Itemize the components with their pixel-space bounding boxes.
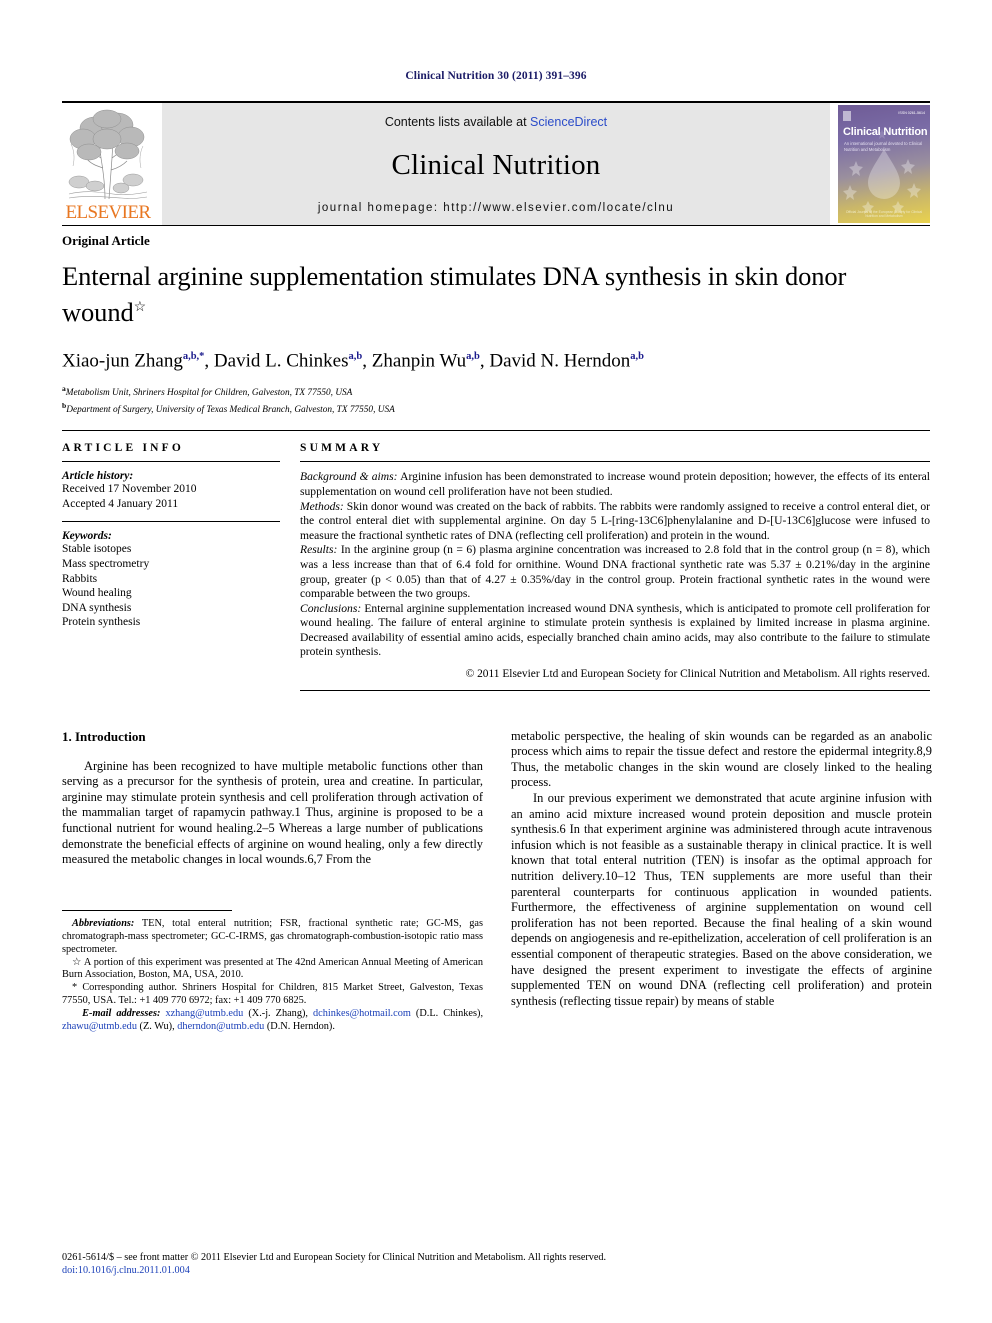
- email-link[interactable]: xzhang@utmb.edu: [165, 1008, 243, 1019]
- author-name: David L. Chinkes: [213, 350, 349, 372]
- keyword-item[interactable]: Protein synthesis: [62, 615, 280, 630]
- contents-lists-line: Contents lists available at ScienceDirec…: [385, 115, 607, 129]
- keyword-item[interactable]: DNA synthesis: [62, 601, 280, 616]
- footnote-corresponding-author: * Corresponding author. Shriners Hospita…: [62, 982, 483, 1008]
- contents-lists-prefix: Contents lists available at: [384, 115, 531, 129]
- footnote-rule: [62, 909, 232, 918]
- author-name: David N. Herndon: [489, 350, 631, 372]
- journal-title: Clinical Nutrition: [391, 149, 601, 181]
- author-affil-mark[interactable]: a,b: [630, 351, 644, 362]
- intro-paragraph-right-1: metabolic perspective, the healing of sk…: [511, 728, 932, 790]
- cover-artwork: [843, 111, 921, 214]
- journal-cover-thumbnail[interactable]: ISSN 0261-5614 Clinical Nutrition An int…: [838, 105, 930, 223]
- summary-section: Conclusions: Enternal arginine supplemen…: [300, 602, 930, 660]
- keyword-item[interactable]: Rabbits: [62, 572, 280, 587]
- summary-section-label: Conclusions:: [300, 601, 362, 615]
- email-link[interactable]: dchinkes@hotmail.com: [313, 1008, 411, 1019]
- email-owner: (Z. Wu): [139, 1021, 173, 1033]
- journal-info-box: Contents lists available at ScienceDirec…: [162, 103, 830, 225]
- summary-section: Background & aims: Arginine infusion has…: [300, 470, 930, 499]
- summary-column: SUMMARY Background & aims: Arginine infu…: [300, 442, 930, 691]
- running-head: Clinical Nutrition 30 (2011) 391–396: [405, 70, 587, 82]
- page-footer: 0261-5614/$ – see front matter © 2011 El…: [62, 1251, 930, 1277]
- section-title-introduction: 1. Introduction: [62, 728, 146, 744]
- summary-copyright: © 2011 Elsevier Ltd and European Society…: [465, 668, 930, 681]
- author-affil-mark[interactable]: a,b,*: [183, 351, 205, 362]
- cover-title: Clinical Nutrition: [843, 126, 928, 138]
- email-owner: (D.N. Herndon): [266, 1021, 333, 1033]
- author-name: Zhanpin Wu: [371, 350, 467, 372]
- footnote-presentation-text: A portion of this experiment was present…: [62, 956, 484, 981]
- summary-section-text: Enternal arginine supplementation increa…: [300, 601, 930, 659]
- author-affil-mark[interactable]: a,b: [349, 351, 363, 362]
- journal-masthead: ELSEVIER Contents lists available at Sci…: [62, 101, 930, 225]
- footnote-presentation: ☆ A portion of this experiment was prese…: [62, 957, 483, 983]
- summary-section-label: Results:: [300, 543, 338, 557]
- keyword-item[interactable]: Wound healing: [62, 586, 280, 601]
- summary-section-label: Background & aims:: [300, 470, 398, 484]
- intro-paragraph-right-2: In our previous experiment we demonstrat…: [511, 791, 932, 1008]
- affiliation-text: Department of Surgery, University of Tex…: [66, 404, 395, 415]
- summary-section: Methods: Skin donor wound was created on…: [300, 500, 930, 544]
- info-summary-block: ARTICLE INFO Article history: Received 1…: [62, 430, 930, 691]
- sciencedirect-link[interactable]: ScienceDirect: [530, 115, 607, 129]
- article-type-label: Original Article: [62, 233, 150, 248]
- article-page: Clinical Nutrition 30 (2011) 391–396 ELS…: [0, 0, 992, 1323]
- affiliation-text: Metabolism Unit, Shriners Hospital for C…: [65, 388, 353, 399]
- summary-bottom-rule: [300, 689, 930, 691]
- body-column-right: metabolic perspective, the healing of sk…: [511, 729, 932, 1034]
- title-footnote-star-icon[interactable]: ☆: [134, 300, 147, 315]
- summary-section-text: In the arginine group (n = 6) plasma arg…: [300, 543, 930, 601]
- footnote-emails: E-mail addresses: xzhang@utmb.edu (X.-j.…: [62, 1008, 484, 1033]
- doi-link[interactable]: doi:10.1016/j.clnu.2011.01.004: [62, 1264, 930, 1277]
- body-columns: 1. Introduction Arginine has been recogn…: [62, 729, 932, 1034]
- keywords-label: Keywords:: [62, 530, 112, 543]
- journal-homepage-link[interactable]: journal homepage: http://www.elsevier.co…: [318, 202, 674, 214]
- article-history-received: Received 17 November 2010: [62, 483, 197, 496]
- author-list: Xiao-jun Zhanga,b,*, David L. Chinkesa,b…: [62, 350, 644, 372]
- summary-section-text: Skin donor wound was created on the back…: [300, 499, 930, 542]
- article-history-label: Article history:: [62, 470, 134, 483]
- elsevier-logo: ELSEVIER: [62, 103, 154, 225]
- author-name: Xiao-jun Zhang: [62, 350, 183, 372]
- article-info-heading: ARTICLE INFO: [62, 442, 185, 455]
- keyword-item[interactable]: Stable isotopes: [62, 542, 280, 557]
- cover-issn: ISSN 0261-5614: [898, 111, 925, 115]
- title-block: Original Article Enternal arginine suppl…: [62, 225, 930, 416]
- elsevier-wordmark: ELSEVIER: [65, 202, 152, 223]
- email-owner: (X.-j. Zhang): [248, 1008, 306, 1020]
- article-info-column: ARTICLE INFO Article history: Received 1…: [62, 442, 300, 690]
- elsevier-tree-icon: [65, 106, 151, 202]
- cover-footer-text: Official Journal of the European Society…: [845, 210, 923, 218]
- footnote-abbreviations: Abbreviations: TEN, total enteral nutrit…: [62, 918, 483, 957]
- email-link[interactable]: dherndon@utmb.edu: [177, 1021, 264, 1032]
- summary-heading: SUMMARY: [300, 442, 384, 455]
- affiliation-line: bDepartment of Surgery, University of Te…: [62, 400, 930, 417]
- email-owner: (D.L. Chinkes): [415, 1008, 481, 1020]
- summary-section-label: Methods:: [300, 499, 344, 513]
- article-history-accepted: Accepted 4 January 2011: [62, 497, 179, 510]
- article-title: Enternal arginine supplementation stimul…: [62, 260, 930, 328]
- corresponding-author-text: Corresponding author. Shriners Hospital …: [62, 982, 483, 1007]
- abbreviations-label: Abbreviations:: [72, 917, 135, 929]
- author-affil-mark[interactable]: a,b: [466, 351, 480, 362]
- summary-body: Background & aims: Arginine infusion has…: [300, 462, 930, 681]
- intro-paragraph-left: Arginine has been recognized to have mul…: [62, 758, 483, 867]
- keyword-item[interactable]: Mass spectrometry: [62, 557, 280, 572]
- footnote-star-icon: ☆: [72, 956, 82, 968]
- issn-copyright-line: 0261-5614/$ – see front matter © 2011 El…: [62, 1252, 607, 1263]
- summary-section: Results: In the arginine group (n = 6) p…: [300, 543, 930, 601]
- email-link[interactable]: zhawu@utmb.edu: [62, 1021, 137, 1032]
- affiliation-line: aMetabolism Unit, Shriners Hospital for …: [62, 383, 930, 400]
- article-title-text: Enternal arginine supplementation stimul…: [62, 261, 847, 327]
- cover-subtitle: An international journal devoted to Clin…: [844, 141, 923, 152]
- email-addresses-label: E-mail addresses:: [82, 1008, 161, 1020]
- body-column-left: 1. Introduction Arginine has been recogn…: [62, 729, 483, 1034]
- article-history-group: Article history: Received 17 November 20…: [62, 462, 280, 521]
- keywords-group: Keywords: Stable isotopes Mass spectrome…: [62, 522, 280, 640]
